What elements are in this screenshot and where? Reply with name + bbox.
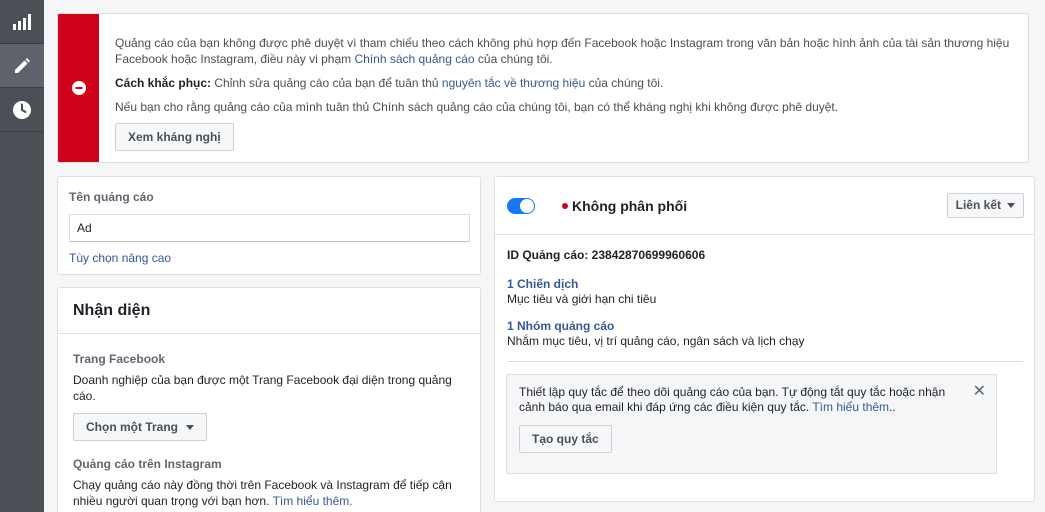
error-minus-icon [71,81,86,95]
main-canvas: Quảng cáo của bạn không được phê duyệt v… [44,0,1045,512]
ad-name-panel: Tên quảng cáo Ad Tùy chọn nâng cao [57,176,481,275]
adset-desc: Nhắm mục tiêu, vị trí quảng cáo, ngân sá… [507,334,805,348]
alert-strip [58,14,99,162]
fix-label: Cách khắc phục: [115,76,212,90]
alert-message: Quảng cáo của bạn không được phê duyệt v… [115,36,1010,66]
disapproval-alert: Quảng cáo của bạn không được phê duyệt v… [57,13,1029,163]
campaign-link[interactable]: 1 Chiến dịch [507,277,1022,292]
caret-down-icon [186,425,194,431]
ad-status-panel: Không phân phối Liên kết ID Quảng cáo: 2… [494,176,1035,502]
bar-chart-icon [13,13,31,30]
sidebar-item-edit[interactable] [0,44,44,88]
status-header: Không phân phối Liên kết [495,177,1034,235]
advanced-options-link[interactable]: Tùy chọn nâng cao [69,251,171,265]
instagram-learn-more-link[interactable]: Tìm hiểu thêm. [273,494,353,508]
identity-title: Nhận diện [58,288,480,334]
ad-name-input[interactable]: Ad [69,214,470,242]
ad-active-toggle[interactable] [507,198,535,214]
ad-name-label: Tên quảng cáo [69,190,154,204]
brand-guidelines-link[interactable]: nguyên tắc về thương hiệu [442,76,585,90]
status-body: ID Quảng cáo: 23842870699960606 1 Chiến … [495,235,1034,362]
alert-body: Quảng cáo của bạn không được phê duyệt v… [115,35,1016,151]
rules-learn-more-link[interactable]: Tìm hiểu thêm [812,400,889,414]
create-rule-button[interactable]: Tạo quy tắc [519,425,612,453]
adset-item: 1 Nhóm quảng cáo Nhắm mục tiêu, vị trí q… [507,319,1022,349]
pencil-icon [15,57,30,73]
instagram-label: Quảng cáo trên Instagram [73,457,222,471]
adset-link[interactable]: 1 Nhóm quảng cáo [507,319,1022,334]
clock-icon [13,100,31,119]
sidebar-item-reports[interactable] [0,0,44,44]
rules-text: Thiết lập quy tắc để theo dõi quảng cáo … [519,385,946,414]
caret-down-icon [1007,203,1015,209]
campaign-desc: Mục tiêu và giới hạn chi tiêu [507,292,657,306]
rules-callout: ✕ Thiết lập quy tắc để theo dõi quảng cá… [506,374,997,474]
ad-id: ID Quảng cáo: 23842870699960606 [507,248,706,262]
facebook-page-label: Trang Facebook [73,352,166,366]
campaign-item: 1 Chiến dịch Mục tiêu và giới hạn chi ti… [507,277,1022,307]
choose-page-dropdown[interactable]: Chọn một Trang [73,413,207,441]
close-icon[interactable]: ✕ [973,384,986,400]
links-dropdown[interactable]: Liên kết [946,193,1024,218]
facebook-page-desc: Doanh nghiệp của bạn được một Trang Face… [73,373,452,403]
left-rail [0,0,44,512]
divider [507,361,1023,362]
identity-body: Trang Facebook Doanh nghiệp của bạn được… [58,352,480,509]
toggle-knob [520,199,534,213]
delivery-status: Không phân phối [572,198,688,214]
view-appeal-button[interactable]: Xem kháng nghị [115,123,234,151]
identity-panel: Nhận diện Trang Facebook Doanh nghiệp củ… [57,287,481,512]
alert-appeal: Nếu bạn cho rằng quảng cáo của mình tuân… [115,100,839,114]
alert-fix: Cách khắc phục: Chỉnh sửa quảng cáo của … [115,76,664,90]
sidebar-item-history[interactable] [0,88,44,132]
status-dot-icon [562,203,568,209]
ad-policy-link[interactable]: Chính sách quảng cáo [354,52,474,66]
instagram-desc: Chạy quảng cáo này đồng thời trên Facebo… [73,478,452,508]
